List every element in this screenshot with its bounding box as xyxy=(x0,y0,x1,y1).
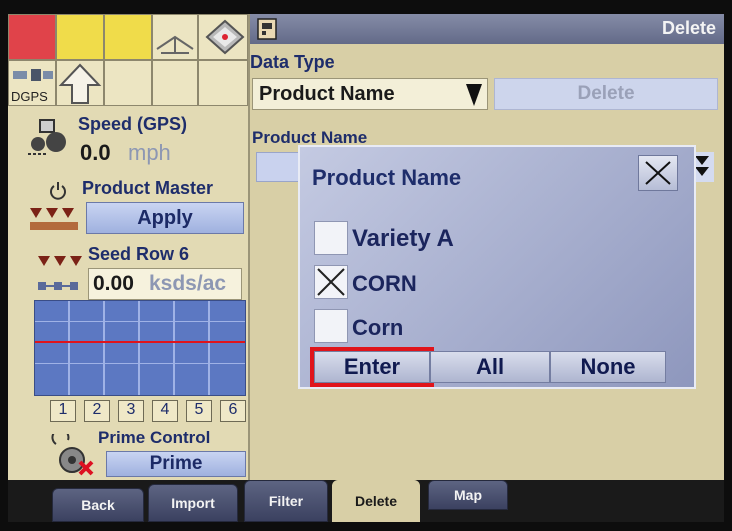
prime-button[interactable]: Prime xyxy=(106,451,246,477)
status-tile-yellow-2 xyxy=(104,14,152,60)
row-bar-5 xyxy=(175,301,210,395)
book-icon xyxy=(205,19,245,55)
seed-row-title: Seed Row 6 xyxy=(88,244,190,264)
tractor-icon xyxy=(28,119,66,155)
enter-highlight xyxy=(310,347,434,387)
prime-icon xyxy=(51,434,94,476)
seed-flow-icon xyxy=(38,282,78,290)
tab-import[interactable]: Import xyxy=(148,484,238,522)
delete-button[interactable]: Delete xyxy=(494,78,718,110)
grid-line-b xyxy=(35,363,245,364)
seed-value: 0.00 xyxy=(93,272,134,295)
row-number-5: 5 xyxy=(186,400,212,422)
row-number-3: 3 xyxy=(118,400,144,422)
option-variety-a[interactable]: Variety A xyxy=(352,225,454,253)
checkbox-corn[interactable] xyxy=(314,309,348,343)
terminal-screen: DGPS Speed (GPS) 0.0 mph Product Master xyxy=(8,14,724,522)
checkbox-corn-upper[interactable] xyxy=(314,265,348,299)
gps-tile: DGPS xyxy=(8,60,56,106)
status-tile-yellow xyxy=(56,14,104,60)
row-number-4: 4 xyxy=(152,400,178,422)
speed-value: 0.0 xyxy=(80,140,111,165)
target-line xyxy=(35,341,245,343)
arrow-up-icon xyxy=(58,63,102,104)
row-number-1: 1 xyxy=(50,400,76,422)
all-button[interactable]: All xyxy=(430,351,550,383)
power-icon xyxy=(50,182,66,200)
dropdown-arrow-icon xyxy=(463,80,485,108)
tab-delete[interactable]: Delete xyxy=(332,480,420,522)
row-bars xyxy=(34,300,246,396)
row-bar-6 xyxy=(210,301,245,395)
data-type-select[interactable]: Product Name xyxy=(252,78,488,110)
row-bar-1 xyxy=(35,301,70,395)
option-corn[interactable]: Corn xyxy=(352,315,403,341)
status-panel: DGPS Speed (GPS) 0.0 mph Product Master xyxy=(8,14,250,480)
title-bar: Delete xyxy=(250,14,724,44)
apply-button[interactable]: Apply xyxy=(86,202,244,234)
row-number-strip: 1 2 3 4 5 6 xyxy=(46,400,246,422)
seed-unit: ksds/ac xyxy=(149,272,227,295)
tab-map[interactable]: Map xyxy=(428,480,508,510)
row-bar-2 xyxy=(70,301,105,395)
check-x-icon xyxy=(317,268,345,296)
seed-rate-display: 0.00 ksds/ac xyxy=(88,268,242,300)
book-tile[interactable] xyxy=(198,14,248,60)
planter-icon xyxy=(30,208,78,230)
row-number-2: 2 xyxy=(84,400,110,422)
dialog-close-button[interactable] xyxy=(638,155,678,191)
empty-tile-1 xyxy=(104,60,152,106)
prime-control-title: Prime Control xyxy=(98,428,211,447)
status-tile-red xyxy=(8,14,56,60)
checkbox-variety-a[interactable] xyxy=(314,221,348,255)
row-bar-4 xyxy=(140,301,175,395)
option-corn-upper[interactable]: CORN xyxy=(352,271,417,297)
tab-bar: Back Import Filter Delete Map xyxy=(8,480,724,522)
product-name-dialog: Product Name Variety A CORN Corn Enter A… xyxy=(298,145,696,389)
dialog-title: Product Name xyxy=(312,165,462,190)
row-number-6: 6 xyxy=(220,400,246,422)
implement-tile xyxy=(152,14,198,60)
app-icon xyxy=(257,18,277,40)
speed-unit: mph xyxy=(128,140,171,165)
close-icon xyxy=(645,161,671,185)
data-type-value: Product Name xyxy=(259,83,395,105)
empty-tile-3 xyxy=(198,60,248,106)
data-type-label: Data Type xyxy=(250,52,335,72)
page-title: Delete xyxy=(661,18,716,38)
speed-title: Speed (GPS) xyxy=(78,114,188,134)
empty-tile-2 xyxy=(152,60,198,106)
grid-line-a xyxy=(35,321,245,322)
implement-icon xyxy=(156,35,194,54)
row-bar-3 xyxy=(105,301,140,395)
tab-back[interactable]: Back xyxy=(52,488,144,522)
product-master-title: Product Master xyxy=(82,178,214,198)
gps-label: DGPS xyxy=(11,89,48,104)
heading-tile xyxy=(56,60,104,106)
none-button[interactable]: None xyxy=(550,351,666,383)
seed-row-icon xyxy=(38,256,82,266)
tab-filter[interactable]: Filter xyxy=(244,480,328,522)
